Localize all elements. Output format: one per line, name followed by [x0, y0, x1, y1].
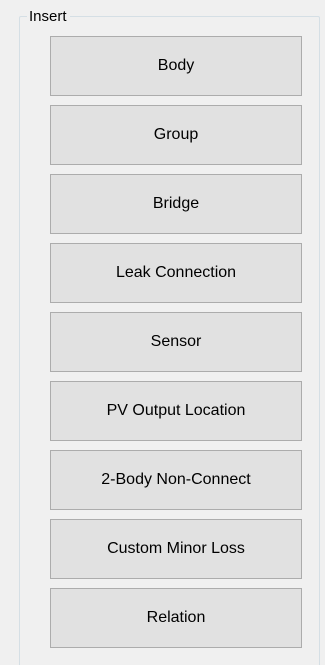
bridge-button-label: Bridge: [152, 195, 200, 212]
body-button[interactable]: Body: [50, 36, 302, 96]
custom-minor-loss-button[interactable]: Custom Minor Loss: [50, 519, 302, 579]
relation-button[interactable]: Relation: [50, 588, 302, 648]
groupbox-title: Insert: [27, 9, 70, 25]
pv-output-location-button-label: PV Output Location: [106, 402, 246, 419]
2-body-non-connect-button-label: 2-Body Non-Connect: [101, 471, 251, 488]
pv-output-location-button[interactable]: PV Output Location: [50, 381, 302, 441]
sensor-button-label: Sensor: [150, 333, 202, 350]
bridge-button[interactable]: Bridge: [50, 174, 302, 234]
leak-connection-button-label: Leak Connection: [115, 264, 237, 281]
group-button-label: Group: [153, 126, 199, 143]
body-button-label: Body: [157, 57, 195, 74]
custom-minor-loss-button-label: Custom Minor Loss: [107, 540, 245, 557]
group-button[interactable]: Group: [50, 105, 302, 165]
insert-button-list: Body Group Bridge Leak Connection Sensor…: [50, 36, 302, 657]
relation-button-label: Relation: [146, 609, 206, 626]
2-body-non-connect-button[interactable]: 2-Body Non-Connect: [50, 450, 302, 510]
sensor-button[interactable]: Sensor: [50, 312, 302, 372]
leak-connection-button[interactable]: Leak Connection: [50, 243, 302, 303]
insert-panel: Insert Body Group Bridge Leak Connection…: [0, 0, 325, 665]
